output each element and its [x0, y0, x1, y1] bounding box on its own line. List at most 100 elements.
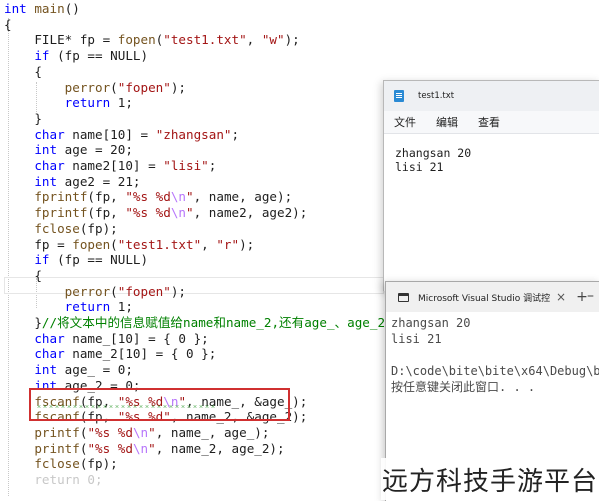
code-token: "test1.txt": [163, 32, 247, 48]
close-tab-icon[interactable]: ×: [556, 290, 566, 304]
code-token: FILE: [4, 32, 65, 48]
code-token: fclose: [34, 456, 80, 472]
code-line: fclose(fp);: [4, 456, 117, 472]
console-icon: [398, 292, 409, 302]
code-token: ;: [231, 126, 240, 142]
code-token: (: [110, 283, 118, 299]
notepad-window[interactable]: test1.txt 文件 编辑 查看 zhangsan 20 lisi 21: [383, 80, 599, 291]
code-token: (fp,: [87, 205, 126, 221]
code-token: fscanf: [34, 409, 80, 425]
code-token: (fp);: [79, 220, 118, 236]
code-token: "r": [216, 236, 240, 252]
notepad-title: test1.txt: [418, 91, 455, 101]
console-title: Microsoft Visual Studio 调试控: [418, 293, 550, 304]
menu-file[interactable]: 文件: [394, 114, 416, 130]
code-line: FILE* fp = fopen("test1.txt", "w");: [4, 32, 299, 48]
code-token: ": [148, 424, 156, 440]
code-line: return 1;: [4, 95, 133, 111]
code-line: fp = fopen("test1.txt", "r");: [4, 237, 254, 253]
code-token: "%s %d: [125, 189, 171, 205]
code-token: );: [239, 236, 255, 252]
code-token: if: [34, 252, 50, 268]
code-token: 1;: [110, 95, 133, 111]
code-token: printf: [34, 440, 80, 456]
code-line: printf("%s %d\n", name_, age_);: [4, 425, 269, 441]
code-token: "%s %d: [87, 424, 133, 440]
code-line: fclose(fp);: [4, 220, 118, 237]
code-token: {: [4, 16, 12, 32]
code-token: age2 = 21;: [57, 173, 141, 189]
code-token: fclose: [34, 220, 80, 236]
code-token: "fopen": [117, 79, 171, 95]
code-token: fopen: [72, 236, 111, 252]
code-token: (fp == NULL): [49, 48, 149, 64]
code-line: int age_2 = 0;: [4, 378, 140, 394]
code-token: char: [34, 126, 65, 142]
notepad-icon: [394, 90, 404, 102]
code-token: \n: [132, 440, 149, 456]
notepad-line: lisi 21: [395, 160, 444, 174]
code-line: char name_2[10] = { 0 };: [4, 346, 216, 362]
code-line: perror("fopen");: [4, 284, 186, 300]
code-token: (fp,: [87, 189, 126, 205]
code-token: "%s %d": [117, 409, 171, 425]
minimize-icon[interactable]: –: [587, 288, 594, 304]
code-token: age_ = 0;: [57, 362, 133, 378]
code-token: "lisi": [163, 158, 209, 173]
code-line: return 1;: [4, 299, 133, 315]
code-token: ;: [208, 158, 217, 173]
code-token: fprintf: [34, 189, 88, 205]
code-token: name2[10] =: [64, 158, 164, 173]
code-token: (: [110, 79, 118, 95]
code-token: name[10] =: [64, 126, 156, 142]
code-token: name_[10] = { 0 };: [64, 330, 209, 346]
code-token: , name_, age_);: [155, 424, 270, 440]
notepad-titlebar[interactable]: test1.txt: [384, 81, 599, 111]
code-token: int: [4, 1, 35, 16]
code-token: \n: [132, 424, 149, 440]
code-line: perror("fopen");: [4, 80, 186, 96]
menu-view[interactable]: 查看: [478, 114, 500, 130]
code-token: fp =: [4, 236, 73, 252]
menu-edit[interactable]: 编辑: [436, 114, 458, 130]
code-token: return: [34, 472, 80, 487]
watermark-text: 远方科技手游平台: [381, 466, 598, 497]
code-line: }: [4, 111, 42, 127]
console-prompt: 按任意键关闭此窗口. . .: [391, 380, 536, 394]
code-token: , name, age);: [193, 189, 293, 205]
code-token: (: [110, 236, 118, 252]
code-token: int: [34, 362, 58, 378]
code-token: //将文本中的信息赋值给name和name_2,还有age_、age_2: [41, 315, 386, 330]
code-token: int: [34, 173, 58, 189]
code-line: char name_[10] = { 0 };: [4, 330, 209, 347]
console-titlebar[interactable]: Microsoft Visual Studio 调试控 × + –: [386, 282, 599, 312]
code-token: }: [4, 110, 42, 126]
code-token: ,: [246, 32, 262, 48]
code-token: 0;: [79, 472, 103, 487]
code-line: if (fp == NULL): [4, 48, 148, 64]
code-line: char name[10] = "zhangsan";: [4, 127, 239, 143]
code-token: name_2[10] = { 0 };: [64, 346, 217, 362]
code-token: perror: [64, 79, 111, 95]
notepad-text-area[interactable]: zhangsan 20 lisi 21: [384, 134, 599, 174]
code-token: "test1.txt": [117, 236, 202, 252]
console-line: lisi 21: [391, 332, 442, 346]
code-line: fprintf(fp, "%s %d\n", name2, age2);: [4, 205, 307, 221]
code-token: perror: [64, 283, 111, 299]
notepad-menubar: 文件 编辑 查看: [384, 111, 599, 134]
code-line: int age2 = 21;: [4, 173, 141, 190]
code-line: char name2[10] = "lisi";: [4, 158, 216, 174]
